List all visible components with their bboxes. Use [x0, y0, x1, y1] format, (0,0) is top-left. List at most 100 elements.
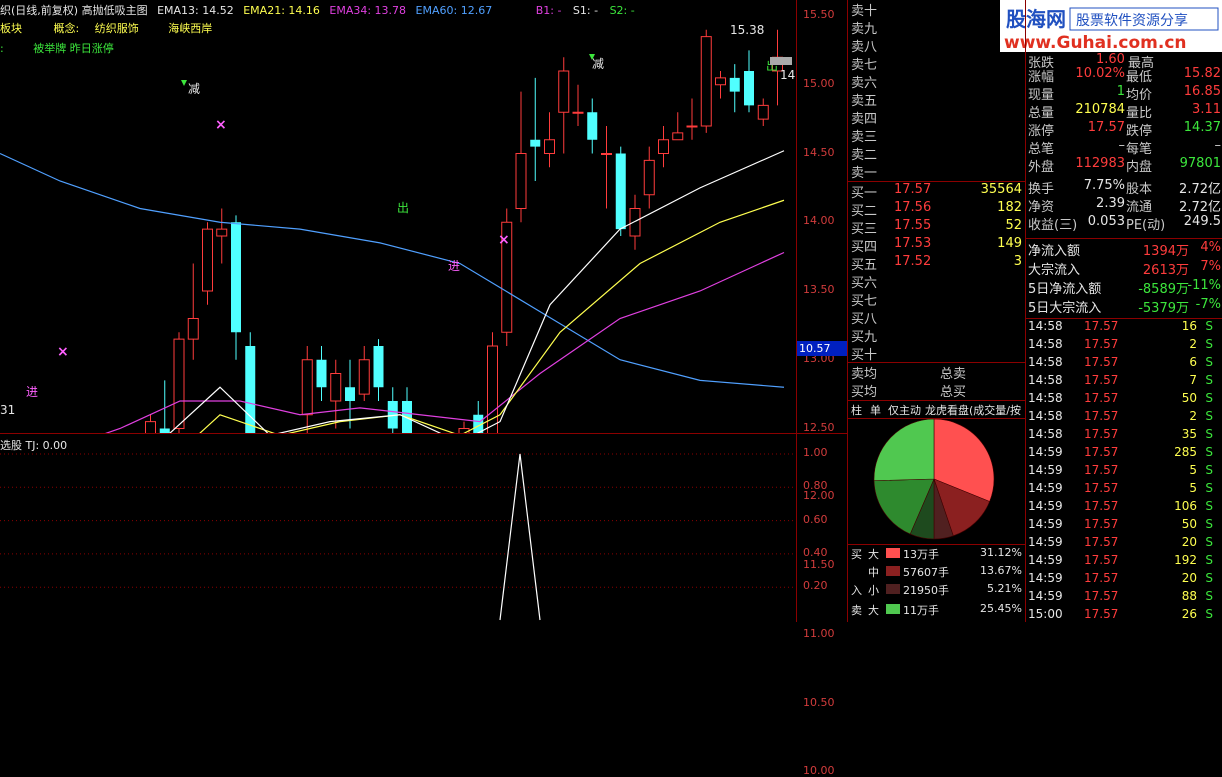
legend-size: 大 — [868, 604, 879, 617]
tick-side: S — [1205, 409, 1213, 423]
legend-size: 中 — [868, 566, 879, 579]
candle[interactable] — [501, 208, 513, 347]
candle[interactable] — [729, 64, 740, 113]
bid-level-row[interactable]: 买四 17.53 149 — [848, 236, 1026, 255]
flow-key: 5日净流入额 — [1028, 282, 1102, 297]
bid-level-label: 买四 — [851, 240, 878, 255]
quote-value: 16.85 — [1183, 84, 1221, 99]
ask-level-row[interactable]: 卖七 — [848, 54, 1026, 73]
bid-level-row[interactable]: 买十 — [848, 344, 1026, 363]
candlestick-chart[interactable]: 进进出出减减15.3814.731××× 织(日线,前复权) 高抛低吸主图 EM… — [0, 0, 807, 766]
candle[interactable] — [757, 98, 769, 127]
candle[interactable] — [345, 359, 355, 429]
bid-level-row[interactable]: 买五 17.52 3 — [848, 254, 1026, 273]
candle[interactable] — [387, 387, 398, 456]
flow-key: 5日大宗流入 — [1028, 301, 1102, 316]
candle[interactable] — [330, 359, 342, 429]
quote-row: 总量 210784 量比 3.11 — [1026, 102, 1222, 121]
candle[interactable] — [544, 112, 555, 168]
candle[interactable] — [245, 332, 256, 511]
tick-time: 14:59 — [1028, 517, 1063, 531]
candle[interactable] — [487, 332, 498, 450]
s1-label: S1: - — [572, 4, 599, 17]
ask-level-row[interactable]: 卖十 — [848, 0, 1026, 19]
bid-level-row[interactable]: 买七 — [848, 290, 1026, 309]
price-tick: 15.00 — [803, 76, 835, 90]
pie-legend-row: 入小 21950手 5.21% — [848, 581, 1026, 599]
bid-level-row[interactable]: 买二 17.56 182 — [848, 200, 1026, 219]
tab-active-only[interactable]: 仅主动 — [888, 402, 921, 418]
kline-svg[interactable]: 进进出出减减15.3814.731××× — [0, 0, 807, 766]
ask-level-row[interactable]: 卖三 — [848, 126, 1026, 145]
candle[interactable] — [316, 346, 327, 401]
tick-volume: 20 — [1181, 535, 1197, 549]
candle[interactable] — [216, 208, 228, 264]
candle[interactable] — [301, 346, 313, 443]
candle[interactable] — [700, 29, 712, 133]
ask-level-row[interactable]: 卖五 — [848, 90, 1026, 109]
bid-level-row[interactable]: 买八 — [848, 308, 1026, 327]
ask-level-row[interactable]: 卖一 — [848, 162, 1026, 181]
candle[interactable] — [601, 126, 612, 209]
candle[interactable] — [173, 332, 185, 443]
tab-dragon-tiger[interactable]: 龙虎看盘(成交量/按 — [925, 402, 1025, 418]
tick-row: 14:59 17.57 106 S — [1026, 499, 1222, 517]
bid-level-row[interactable]: 买一 17.57 35564 — [848, 182, 1026, 201]
candle[interactable] — [231, 215, 241, 360]
tick-time: 14:58 — [1028, 391, 1063, 405]
candle[interactable] — [530, 77, 541, 181]
indicator-panel[interactable]: 选股 TJ: 0.00 — [0, 433, 796, 622]
indicator-tick: 0.80 — [803, 479, 828, 493]
candle[interactable] — [187, 263, 199, 360]
bid-level-label: 买十 — [851, 348, 878, 363]
bid-level-row[interactable]: 买六 — [848, 272, 1026, 291]
tick-price: 17.57 — [1084, 607, 1119, 621]
candle[interactable] — [373, 339, 384, 401]
tick-row: 14:59 17.57 192 S — [1026, 553, 1222, 571]
tick-volume: 2 — [1189, 337, 1197, 351]
tick-volume: 20 — [1181, 571, 1197, 585]
candle[interactable] — [658, 126, 669, 168]
bid-level-row[interactable]: 买九 — [848, 326, 1026, 345]
candle[interactable] — [715, 71, 726, 99]
ask-level-row[interactable]: 卖六 — [848, 72, 1026, 91]
cross-marker-icon: × — [215, 117, 227, 133]
region-value[interactable]: 海峡西岸 — [168, 22, 212, 35]
candle[interactable] — [145, 414, 156, 456]
bid-level-row[interactable]: 买三 17.55 52 — [848, 218, 1026, 237]
tick-list[interactable]: 14:58 17.57 16 S 14:58 17.57 2 S 14:58 17.57 6 S 14:… — [1025, 318, 1222, 622]
concept-value[interactable]: 纺织服饰 — [95, 22, 139, 35]
candle[interactable] — [629, 194, 641, 250]
quote-key: 涨幅 — [1028, 70, 1055, 85]
candle[interactable] — [744, 50, 754, 113]
candle[interactable] — [402, 387, 412, 498]
tab-single[interactable]: 单 — [870, 402, 881, 418]
candle[interactable] — [686, 98, 698, 140]
tick-volume: 50 — [1181, 517, 1197, 531]
candle[interactable] — [358, 346, 370, 401]
price-axis: 15.50 15.00 14.50 14.00 13.50 13.00 12.50 12.00… — [796, 0, 847, 777]
sell-avg-row: 卖均 总卖 — [848, 363, 1026, 382]
candle[interactable] — [587, 98, 598, 154]
quote-value: 97801 — [1179, 156, 1221, 171]
price-tick: 11.00 — [803, 626, 835, 640]
quote-value: 7.75% — [1083, 178, 1125, 193]
ask-level-row[interactable]: 卖九 — [848, 18, 1026, 37]
candle[interactable] — [202, 222, 213, 305]
tab-bar[interactable]: 柱 — [851, 402, 862, 418]
bid-volume: 35564 — [980, 182, 1022, 197]
candle[interactable] — [672, 112, 684, 141]
total-buy-label: 总买 — [940, 385, 967, 400]
quote-row: 总笔 – 每笔 – — [1026, 138, 1222, 157]
candle[interactable] — [572, 84, 584, 126]
tick-time: 14:59 — [1028, 463, 1063, 477]
tick-row: 14:59 17.57 20 S — [1026, 535, 1222, 553]
ask-level-row[interactable]: 卖二 — [848, 144, 1026, 163]
tick-side: S — [1205, 517, 1213, 531]
candle[interactable] — [558, 57, 570, 154]
candle[interactable] — [643, 146, 655, 209]
ask-level-row[interactable]: 卖八 — [848, 36, 1026, 55]
candle[interactable] — [615, 146, 626, 236]
candle[interactable] — [515, 91, 527, 223]
ask-level-row[interactable]: 卖四 — [848, 108, 1026, 127]
